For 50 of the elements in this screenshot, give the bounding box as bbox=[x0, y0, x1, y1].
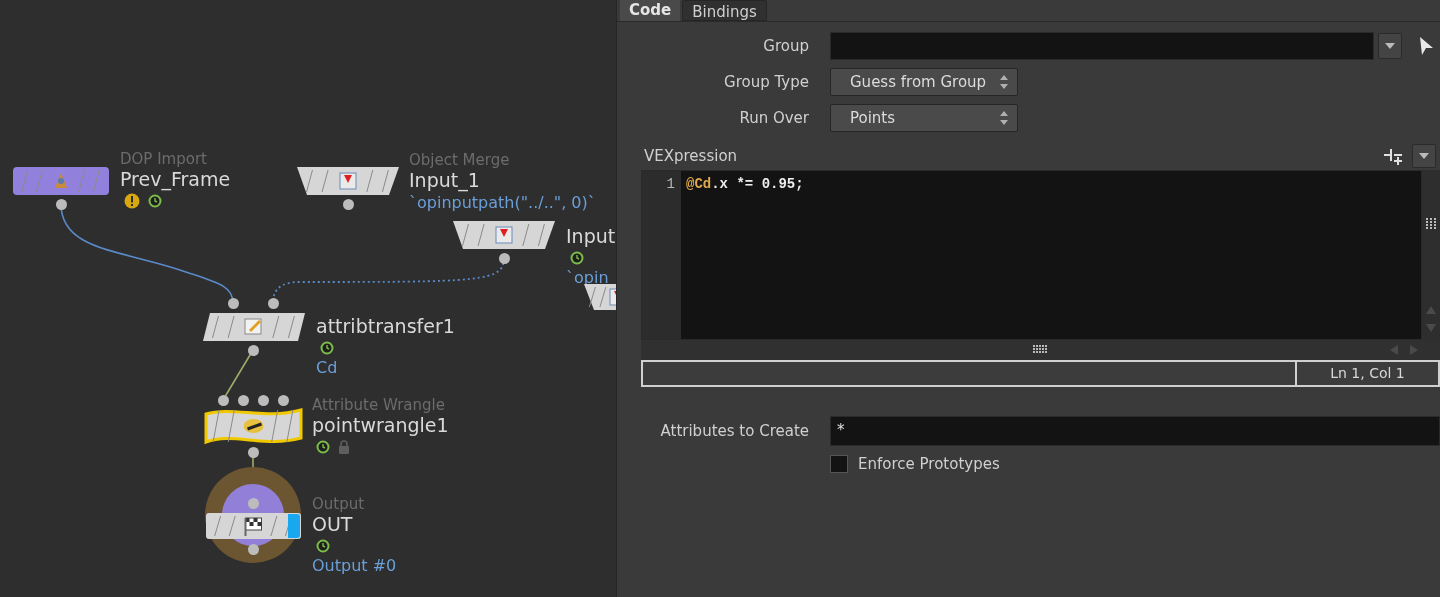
field-label: Attributes to Create bbox=[659, 420, 809, 442]
attributes-field[interactable]: * bbox=[830, 416, 1440, 446]
node-body[interactable] bbox=[296, 166, 400, 196]
menu-button[interactable]: Guess from Group bbox=[830, 68, 1018, 96]
code-editor[interactable]: 1 @Cd.x *= 0.95; bbox=[641, 170, 1422, 340]
node-comment: `opinputpath("../..", 0)` bbox=[409, 193, 596, 213]
code-token: .x *= 0.95; bbox=[711, 175, 804, 194]
node-body[interactable] bbox=[12, 166, 110, 196]
horizontal-scrollbar[interactable] bbox=[641, 340, 1440, 360]
node-type-label: Output bbox=[312, 495, 365, 513]
vertical-scrollbar[interactable] bbox=[1422, 170, 1440, 340]
line-number: 1 bbox=[666, 175, 675, 194]
dropdown-button[interactable] bbox=[1378, 33, 1402, 59]
node-comment: Output #0 bbox=[312, 556, 397, 576]
add-preset-icon[interactable] bbox=[1382, 146, 1404, 166]
field-label: Run Over bbox=[738, 107, 809, 129]
checkbox-label: Enforce Prototypes bbox=[858, 454, 1000, 475]
cursor-position: Ln 1, Col 1 bbox=[1329, 364, 1406, 383]
tab[interactable]: Bindings bbox=[682, 0, 767, 21]
node-name: pointwrangle1 bbox=[312, 414, 449, 436]
caret-icon bbox=[1385, 43, 1395, 49]
arrow-cursor-icon[interactable] bbox=[1418, 36, 1434, 56]
node-comment: `opin bbox=[566, 268, 609, 288]
dropdown-button[interactable] bbox=[1412, 144, 1436, 168]
grip-icon[interactable] bbox=[1426, 218, 1436, 230]
node-type-label: Attribute Wrangle bbox=[312, 396, 445, 414]
node-name: OUT bbox=[312, 513, 353, 535]
node-type-label: Object Merge bbox=[409, 151, 510, 169]
node-type-label: DOP Import bbox=[120, 150, 207, 168]
code-token: @Cd bbox=[686, 175, 712, 194]
checkbox[interactable] bbox=[830, 455, 848, 474]
network-view[interactable]: DOP Import Prev_Frame Object Merge Input_1 `opinputpath("../..", 0)` Input `opin attribtransfer1 Cd Attribute Wrangle pointwrangle1 Output OUT Output #0 bbox=[0, 0, 616, 597]
spinner-icon bbox=[999, 110, 1009, 126]
menu-button[interactable]: Points bbox=[830, 104, 1018, 132]
caret-icon bbox=[1419, 153, 1429, 159]
node-name: Input bbox=[566, 225, 616, 247]
tab[interactable]: Code bbox=[620, 0, 681, 21]
field-label: Group bbox=[762, 35, 809, 57]
node-body[interactable] bbox=[202, 312, 306, 342]
field-label: Group Type bbox=[723, 71, 809, 93]
node-comment: Cd bbox=[316, 358, 338, 378]
grip-icon[interactable] bbox=[1032, 345, 1049, 355]
node-body[interactable] bbox=[203, 406, 304, 446]
node-name: Input_1 bbox=[409, 169, 480, 191]
node-name: Prev_Frame bbox=[120, 168, 231, 190]
spinner-icon bbox=[999, 74, 1009, 90]
node-name: attribtransfer1 bbox=[316, 315, 455, 337]
node-body[interactable] bbox=[452, 220, 556, 250]
editor-label: VEXpression bbox=[644, 145, 738, 167]
group-field[interactable] bbox=[830, 32, 1374, 60]
